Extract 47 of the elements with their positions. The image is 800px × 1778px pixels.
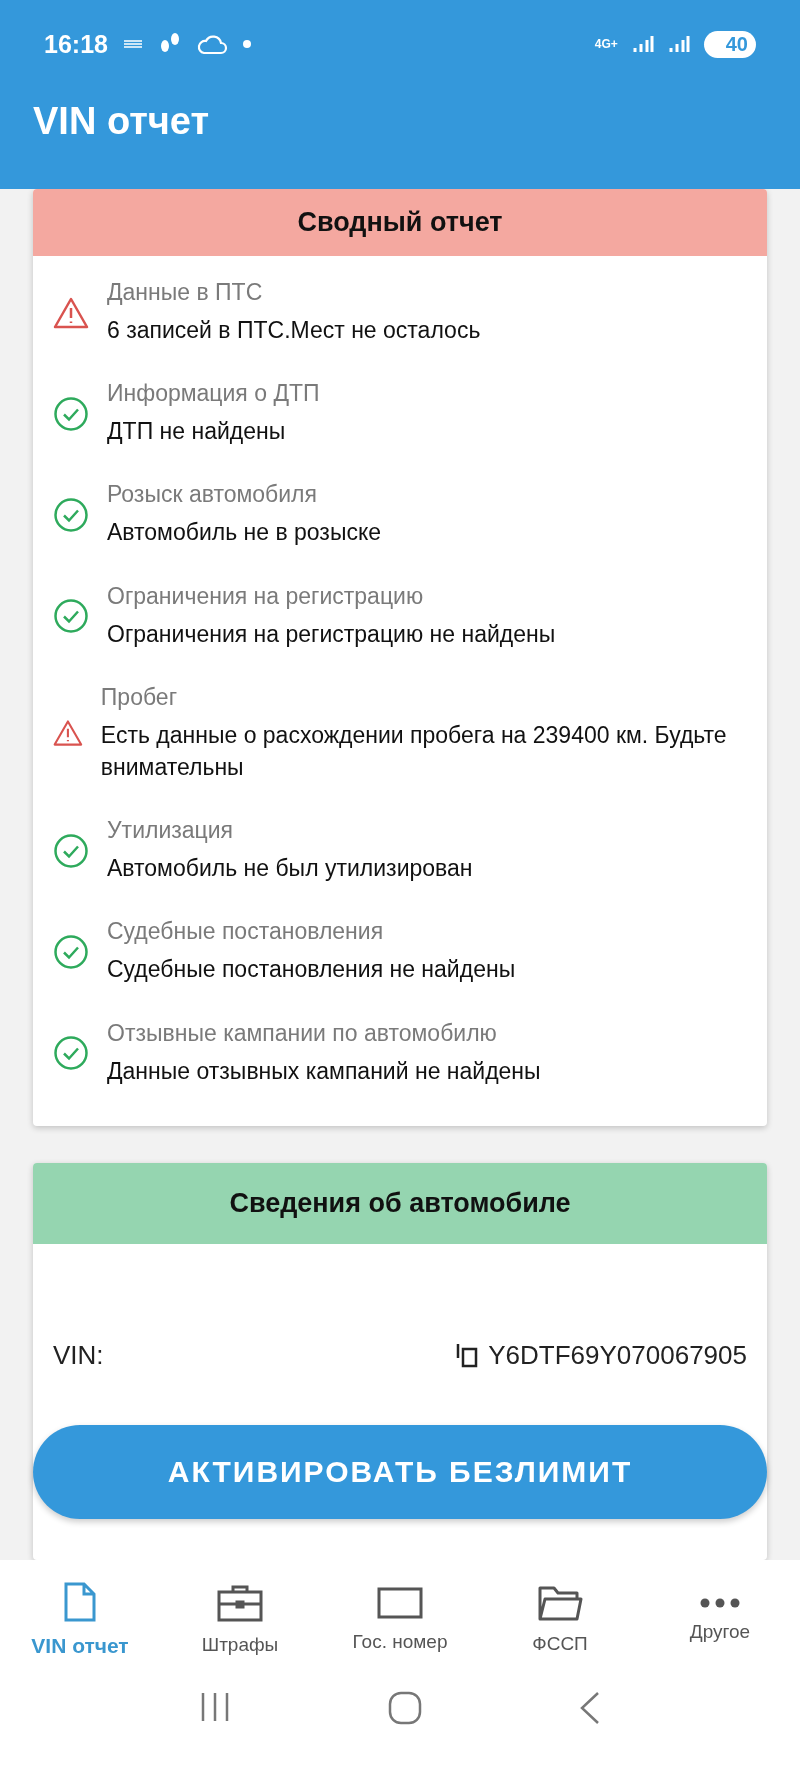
rectangle-icon [377,1587,423,1619]
check-circle-icon [53,395,89,432]
check-label: Информация о ДТП [107,380,320,408]
nav-tab[interactable]: Штрафы [160,1560,320,1680]
check-result: Автомобиль не был утилизирован [107,854,473,884]
nav-tab[interactable]: ФССП [480,1560,640,1680]
check-result: ДТП не найдены [107,417,287,447]
check-label: Пробег [100,683,179,711]
field-label: VIN: [53,1339,104,1371]
signal-icon [631,34,654,54]
card-title: Сводный отчет [33,189,767,256]
check-circle-icon [53,832,89,869]
notification-icon [121,38,144,50]
more-icon [700,1597,740,1609]
check-label: Ограничения на регистрацию [107,582,425,610]
app-title: VIN отчет [32,99,211,143]
network-type: 4G+ [594,37,618,51]
status-time: 16:18 [44,29,108,59]
check-result: Ограничения на регистрацию не найдены [107,619,556,649]
card-title: Сведения об автомобиле [33,1162,767,1244]
check-result: Есть данные о расхождении пробега на 239400 км. Будьте внимательны [100,720,728,782]
check-result: 6 записей в ПТС.Мест не осталось [107,316,481,345]
check-result: Данные отзывных кампаний не найдены [107,1056,541,1086]
signal-icon [667,34,690,54]
home-icon[interactable] [387,1690,423,1726]
field-value: Y6DTF69Y070067905 [488,1339,747,1371]
check-result: Автомобиль не в розыске [107,518,382,548]
check-circle-icon [53,933,89,970]
check-circle-icon [53,598,89,635]
check-label: Утилизация [107,817,235,845]
check-result: Судебные постановления не найдены [107,955,516,985]
check-label: Судебные постановления [107,918,385,946]
check-circle-icon [53,1035,89,1072]
check-circle-icon [53,496,89,533]
cloud-icon [195,33,228,55]
briefcase-icon [217,1584,263,1622]
nav-tab[interactable]: Гос. номер [320,1560,480,1680]
nav-tab[interactable]: Другое [640,1560,800,1680]
check-label: Данные в ПТС [107,279,264,306]
battery-level: 40 [703,30,756,58]
dot-icon [241,39,252,49]
folder-icon [537,1585,583,1621]
document-icon [63,1582,97,1622]
check-label: Розыск автомобиля [107,481,318,509]
check-label: Отзывные кампании по автомобилю [107,1019,498,1047]
warning-icon [53,295,89,330]
copy-icon[interactable] [456,1342,479,1369]
